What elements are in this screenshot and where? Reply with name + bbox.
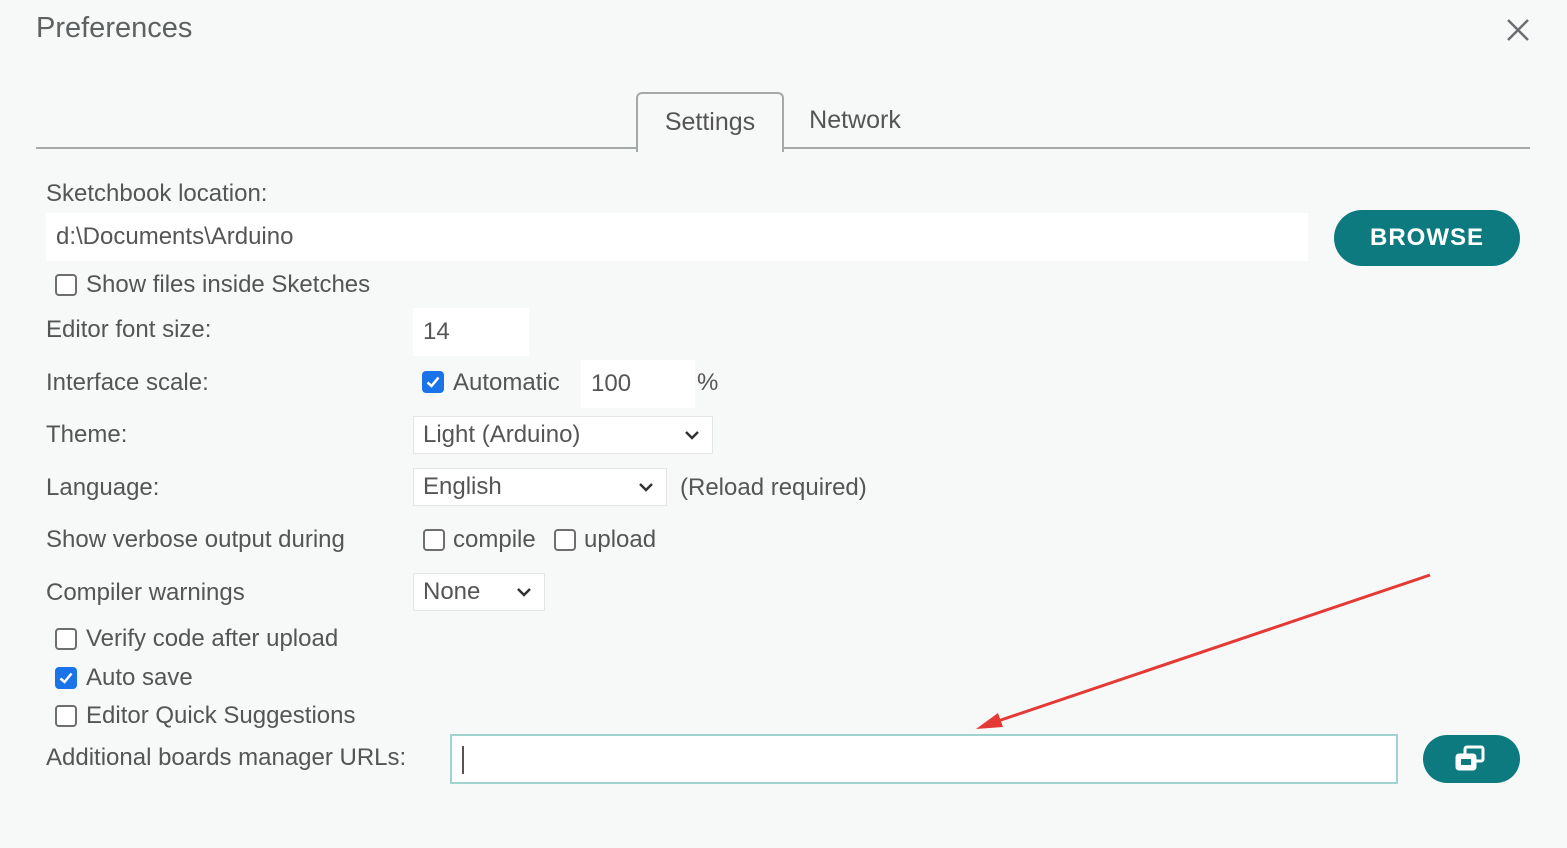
- boards-urls-edit-button[interactable]: [1423, 735, 1520, 783]
- quick-suggestions-checkbox[interactable]: [55, 705, 77, 727]
- tab-network[interactable]: Network: [790, 92, 920, 149]
- verbose-upload-checkbox[interactable]: [554, 529, 576, 551]
- language-label: Language:: [46, 474, 160, 501]
- checkmark-icon: [59, 672, 73, 684]
- language-select-value: English: [423, 473, 502, 500]
- verbose-output-label: Show verbose output during: [46, 526, 345, 553]
- sketchbook-location-label: Sketchbook location:: [46, 180, 268, 207]
- quick-suggestions-label: Editor Quick Suggestions: [86, 702, 356, 729]
- tab-settings[interactable]: Settings: [636, 92, 784, 152]
- automatic-label: Automatic: [453, 369, 560, 396]
- compiler-warnings-select[interactable]: None: [413, 573, 545, 611]
- language-select[interactable]: English: [413, 468, 667, 506]
- browse-button[interactable]: BROWSE: [1334, 210, 1520, 266]
- font-size-label: Editor font size:: [46, 316, 212, 343]
- compile-label: compile: [453, 526, 536, 553]
- compiler-warnings-label: Compiler warnings: [46, 579, 245, 606]
- automatic-checkbox[interactable]: [422, 371, 444, 393]
- chevron-down-icon: [639, 483, 653, 492]
- boards-urls-label: Additional boards manager URLs:: [46, 744, 407, 771]
- verify-code-checkbox[interactable]: [55, 628, 77, 650]
- boards-urls-input[interactable]: [450, 734, 1398, 784]
- interface-scale-label: Interface scale:: [46, 369, 209, 396]
- close-icon[interactable]: [1502, 14, 1534, 46]
- verify-code-label: Verify code after upload: [86, 625, 339, 652]
- sketchbook-location-input[interactable]: d:\Documents\Arduino: [46, 213, 1308, 261]
- text-caret: [462, 745, 464, 774]
- interface-scale-input[interactable]: 100: [581, 360, 695, 408]
- auto-save-checkbox[interactable]: [55, 667, 77, 689]
- percent-unit: %: [697, 369, 719, 396]
- verbose-compile-checkbox[interactable]: [423, 529, 445, 551]
- theme-select-value: Light (Arduino): [423, 421, 581, 448]
- show-files-label: Show files inside Sketches: [86, 271, 371, 298]
- upload-label: upload: [584, 526, 657, 553]
- theme-label: Theme:: [46, 421, 128, 448]
- auto-save-label: Auto save: [86, 664, 193, 691]
- reload-required-note: (Reload required): [680, 474, 867, 501]
- checkmark-icon: [426, 376, 440, 388]
- dialog-title: Preferences: [36, 12, 193, 44]
- show-files-checkbox[interactable]: [55, 274, 77, 296]
- compiler-warnings-value: None: [423, 578, 481, 605]
- chevron-down-icon: [685, 431, 699, 440]
- theme-select[interactable]: Light (Arduino): [413, 416, 713, 454]
- font-size-input[interactable]: 14: [413, 308, 529, 356]
- open-window-icon: [1455, 745, 1485, 771]
- chevron-down-icon: [517, 588, 531, 597]
